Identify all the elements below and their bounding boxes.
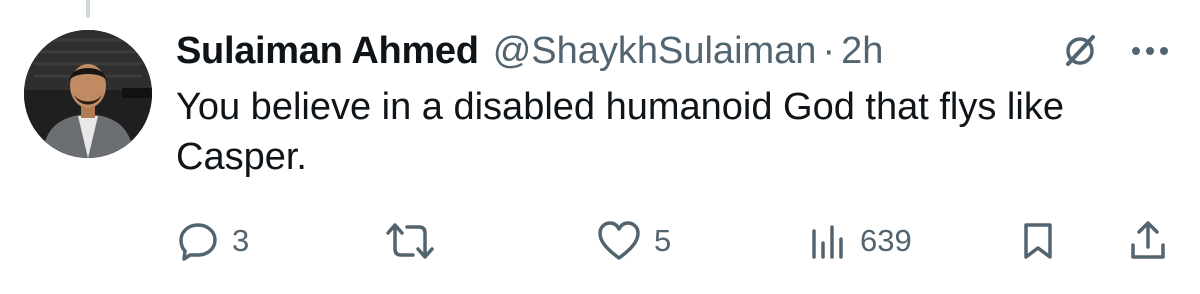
share-button[interactable] <box>1128 216 1168 266</box>
views-count: 639 <box>860 223 912 258</box>
reply-count: 3 <box>232 223 250 258</box>
action-bar: 3 5 639 <box>176 216 1176 266</box>
thread-connector-line <box>86 0 90 18</box>
more-icon[interactable] <box>1130 45 1170 57</box>
author-handle[interactable]: @ShaykhSulaiman <box>493 30 817 73</box>
like-button[interactable]: 5 <box>596 216 671 266</box>
like-count: 5 <box>654 223 672 258</box>
tweet-header: Sulaiman Ahmed @ShaykhSulaiman · 2h <box>176 28 1170 74</box>
separator-dot: · <box>822 29 836 72</box>
bookmark-icon <box>1024 223 1052 259</box>
bookmark-button[interactable] <box>1018 216 1058 266</box>
author-name[interactable]: Sulaiman Ahmed <box>176 30 479 73</box>
retweet-icon <box>386 223 434 259</box>
timestamp[interactable]: 2h <box>841 30 883 73</box>
views-icon <box>812 225 843 259</box>
tweet-text: You believe in a disabled humanoid God t… <box>176 86 1064 178</box>
grok-icon[interactable] <box>1060 31 1100 71</box>
reply-button[interactable]: 3 <box>176 216 249 266</box>
views-button[interactable]: 639 <box>808 216 912 266</box>
share-icon <box>1131 221 1165 259</box>
avatar[interactable] <box>24 30 152 158</box>
header-icons <box>1060 28 1170 74</box>
retweet-button[interactable] <box>384 216 448 266</box>
avatar-photo <box>24 30 152 158</box>
like-icon <box>598 221 640 260</box>
reply-icon <box>179 223 217 261</box>
